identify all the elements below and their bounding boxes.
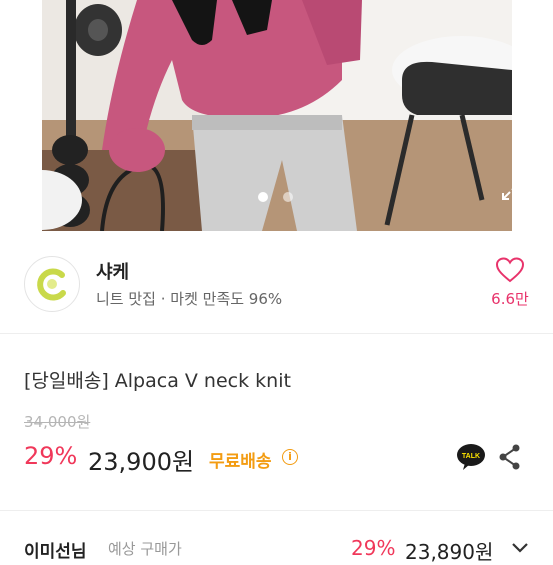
info-icon[interactable]: i — [282, 449, 298, 465]
free-shipping-label: 무료배송 — [209, 452, 272, 472]
seller-name[interactable]: 샤케 — [96, 258, 129, 284]
member-price: 23,890원 — [405, 540, 494, 564]
product-photo — [42, 0, 512, 231]
carousel-indicator-active[interactable] — [258, 192, 268, 202]
member-name: 이미선님 — [24, 542, 87, 562]
like-count: 6.6만 — [491, 290, 529, 308]
member-discount-rate: 29% — [351, 536, 396, 560]
share-icon[interactable] — [497, 443, 523, 471]
heart-icon[interactable] — [495, 257, 525, 283]
member-price-label: 예상 구매가 — [108, 540, 182, 558]
seller-logo[interactable] — [24, 256, 80, 312]
discount-rate: 29% — [24, 442, 78, 470]
kakaotalk-icon[interactable]: TALK — [456, 442, 486, 472]
chevron-down-icon[interactable] — [510, 540, 530, 554]
sale-price: 23,900원 — [88, 448, 195, 476]
section-divider — [0, 510, 553, 511]
expand-icon[interactable] — [500, 180, 522, 202]
original-price: 34,000원 — [24, 413, 91, 431]
product-image-carousel[interactable] — [0, 0, 553, 231]
seller-subtitle: 니트 맛집 · 마켓 만족도 96% — [96, 290, 283, 308]
carousel-indicator[interactable] — [283, 192, 293, 202]
seller-section[interactable]: 샤케 니트 맛집 · 마켓 만족도 96% 6.6만 — [0, 231, 553, 334]
product-title: [당일배송] Alpaca V neck knit — [24, 370, 291, 392]
svg-text:TALK: TALK — [462, 453, 480, 460]
